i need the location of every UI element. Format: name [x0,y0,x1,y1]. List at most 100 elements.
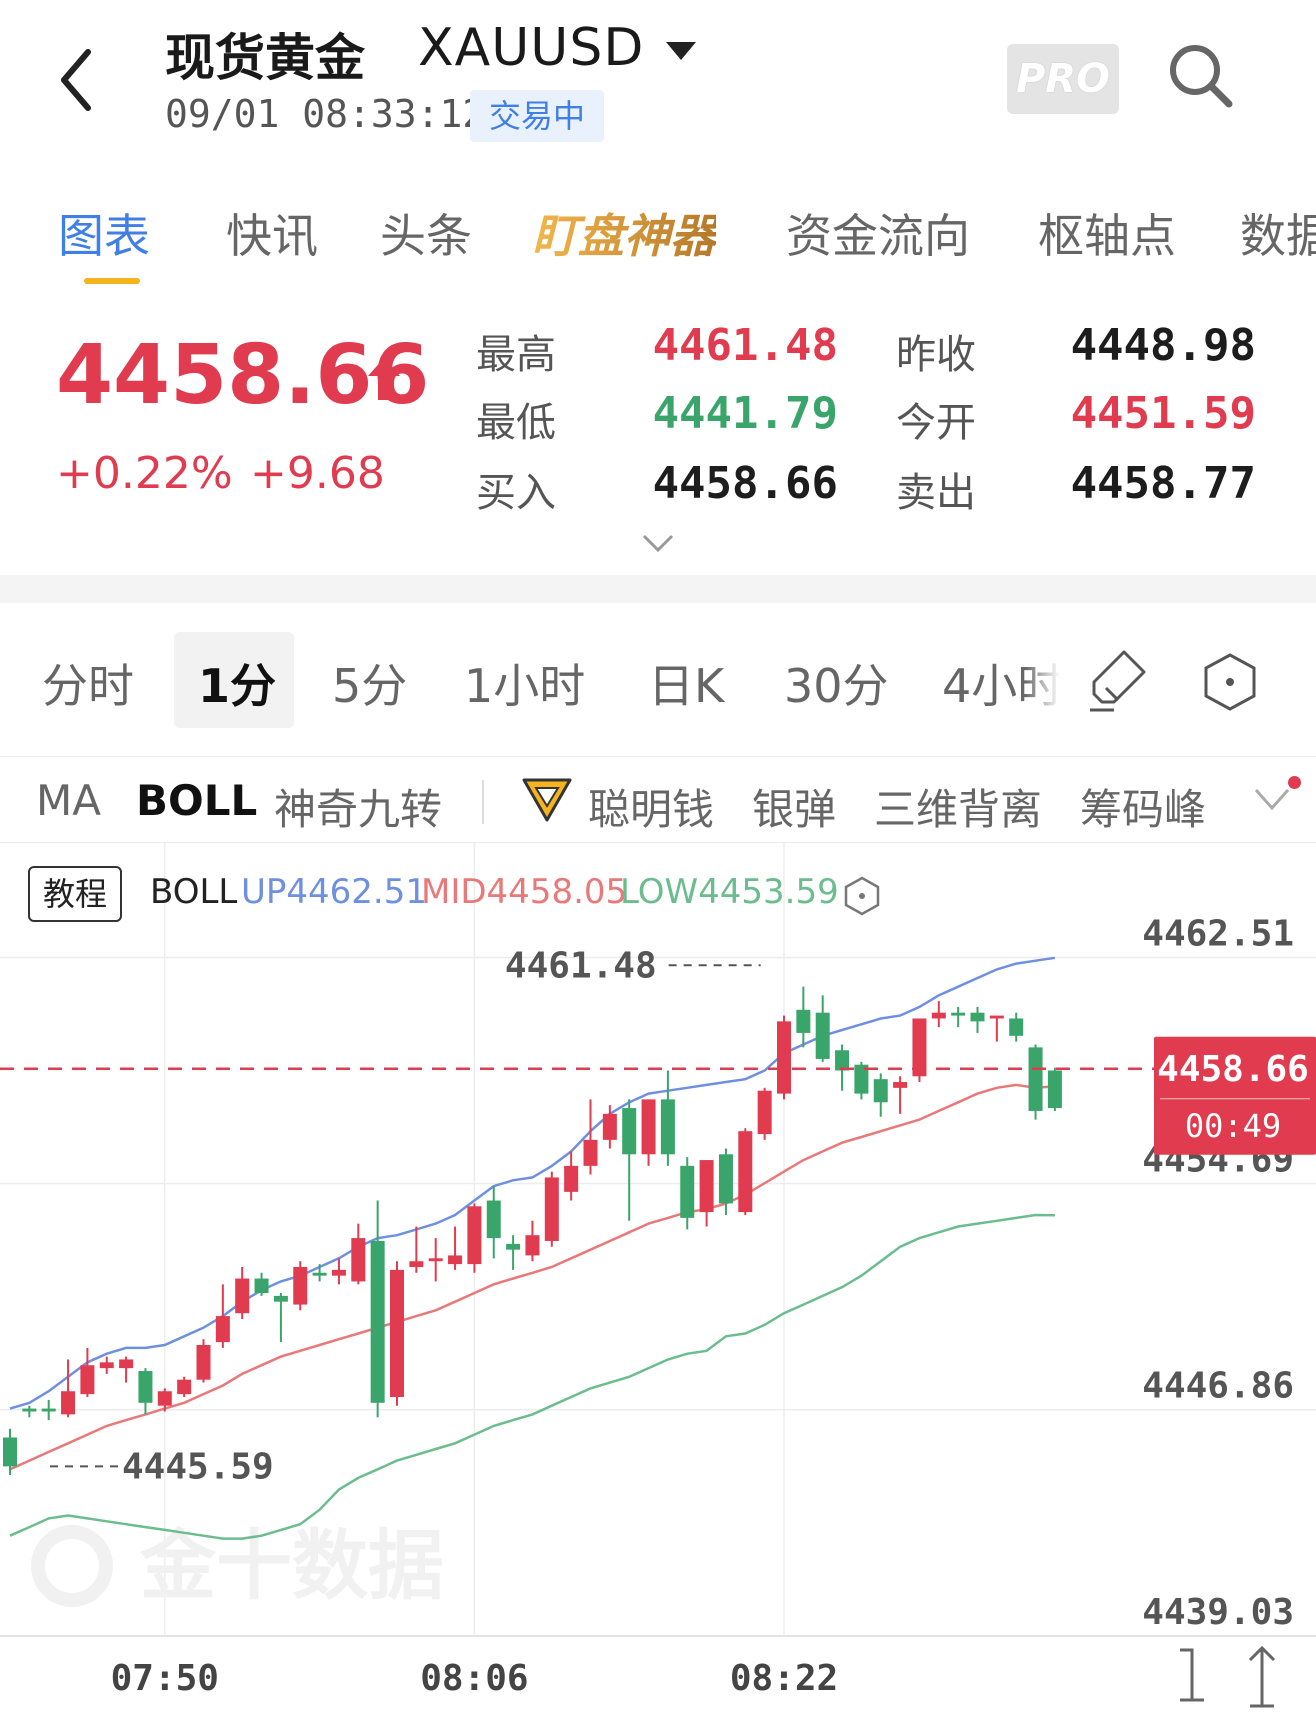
period-intraday[interactable]: 分时 [42,650,134,716]
candle-body[interactable] [970,1012,985,1022]
candle-body[interactable] [564,1165,579,1192]
boll-settings-icon[interactable] [844,876,880,916]
indicator-3d-divergence[interactable]: 三维背离 [874,776,1042,837]
candle-body[interactable] [80,1365,95,1395]
tab-fund-flow[interactable]: 资金流向 [786,200,970,266]
x-tick-label: 08:22 [730,1658,838,1699]
candle-body[interactable] [390,1269,404,1398]
candle-body[interactable] [796,1009,811,1033]
candlestick-chart[interactable]: 金十数据4462.514454.694446.864439.034458.660… [0,842,1316,1716]
candle-body[interactable] [622,1108,637,1155]
indicator-ma[interactable]: MA [36,776,101,825]
period-4-hour[interactable]: 4小时 [942,650,1060,716]
candle-body[interactable] [525,1235,540,1256]
candle-body[interactable] [409,1261,424,1267]
low-label: 最低 [476,400,556,446]
zoom-out-icon[interactable] [1248,1645,1276,1708]
candle-body[interactable] [254,1278,269,1293]
chevron-down-icon[interactable] [1252,786,1292,812]
chevron-down-icon[interactable] [640,532,676,554]
tab-pivot-points[interactable]: 枢轴点 [1038,200,1176,266]
zoom-in-icon[interactable] [1180,1648,1204,1702]
y-tick-label: 4462.51 [1142,914,1294,955]
indicator-separator [482,780,484,824]
candle-body[interactable] [544,1177,559,1241]
pro-button[interactable]: PRO [1007,44,1119,114]
candle-body[interactable] [41,1408,56,1412]
period-1-minute[interactable]: 1分 [198,650,276,716]
period-30-minute[interactable]: 30分 [784,650,889,716]
candle-body[interactable] [1009,1018,1024,1036]
candle-body[interactable] [293,1266,308,1305]
boll-up-value: UP4462.51 [241,872,427,912]
candle-body[interactable] [196,1345,211,1380]
candle-body[interactable] [873,1079,888,1103]
max-price-label: 4461.48 [505,945,657,986]
candle-body[interactable] [835,1050,850,1071]
tab-flash-news[interactable]: 快讯 [226,200,318,266]
watermark-logo-icon [31,1525,113,1607]
search-icon[interactable] [1165,40,1237,112]
tutorial-button[interactable]: 教程 [28,866,122,922]
period-daily[interactable]: 日K [648,650,724,716]
indicator-boll[interactable]: BOLL [136,776,257,825]
candle-body[interactable] [3,1437,17,1467]
candle-body[interactable] [680,1165,695,1218]
back-arrow-icon[interactable] [48,40,108,120]
tab-data[interactable]: 数据 [1240,200,1316,266]
period-1-hour[interactable]: 1小时 [464,650,585,716]
candle-body[interactable] [312,1272,327,1276]
caret-down-icon[interactable] [666,40,696,62]
settings-hexagon-icon[interactable] [1202,652,1258,712]
bid-label: 买入 [476,470,556,516]
candle-body[interactable] [467,1206,482,1265]
candle-body[interactable] [448,1255,463,1265]
tab-watch-tool[interactable]: 盯盘神器 [532,200,716,266]
change-percent: +0.22% [56,448,233,499]
candle-body[interactable] [815,1012,830,1059]
candle-body[interactable] [138,1371,153,1403]
divider [0,756,1316,757]
candle-body[interactable] [428,1258,443,1262]
candle-body[interactable] [893,1082,908,1088]
candle-body[interactable] [989,1015,1004,1019]
candle-body[interactable] [1047,1070,1062,1109]
candle-body[interactable] [486,1200,501,1239]
candle-body[interactable] [1028,1047,1043,1111]
candle-body[interactable] [177,1379,192,1395]
indicator-td-sequential[interactable]: 神奇九转 [274,776,442,837]
candle-body[interactable] [235,1278,250,1314]
symbol-selector[interactable]: XAUUSD [418,18,644,78]
candle-body[interactable] [641,1099,656,1155]
indicator-smart-money[interactable]: 聪明钱 [588,776,714,837]
drawing-tool-icon[interactable] [1084,646,1154,716]
candle-body[interactable] [506,1243,521,1250]
tab-chart[interactable]: 图表 [58,200,150,266]
candle-body[interactable] [119,1359,134,1369]
candle-body[interactable] [99,1362,114,1369]
candle-body[interactable] [370,1240,385,1403]
candle-body[interactable] [738,1131,753,1213]
tab-headlines[interactable]: 头条 [380,200,472,266]
candle-body[interactable] [22,1408,37,1412]
candle-body[interactable] [583,1139,598,1166]
candle-body[interactable] [660,1099,675,1155]
candle-body[interactable] [215,1316,230,1343]
candle-body[interactable] [699,1160,714,1213]
candle-body[interactable] [157,1391,172,1406]
candle-body[interactable] [602,1113,617,1140]
page-title: 现货黄金 [165,29,365,87]
prev-close-value: 4448.98 [1070,320,1256,371]
candle-body[interactable] [777,1021,791,1094]
candle-body[interactable] [351,1238,366,1282]
candle-body[interactable] [273,1295,288,1302]
indicator-chip-peak[interactable]: 筹码峰 [1080,776,1206,837]
period-5-minute[interactable]: 5分 [332,650,407,716]
candle-body[interactable] [331,1269,346,1276]
candle-body[interactable] [61,1391,76,1415]
candle-body[interactable] [951,1012,966,1016]
candle-body[interactable] [718,1154,733,1204]
candle-body[interactable] [931,1012,946,1019]
candle-body[interactable] [757,1090,772,1135]
indicator-silver-bullet[interactable]: 银弹 [752,776,836,837]
